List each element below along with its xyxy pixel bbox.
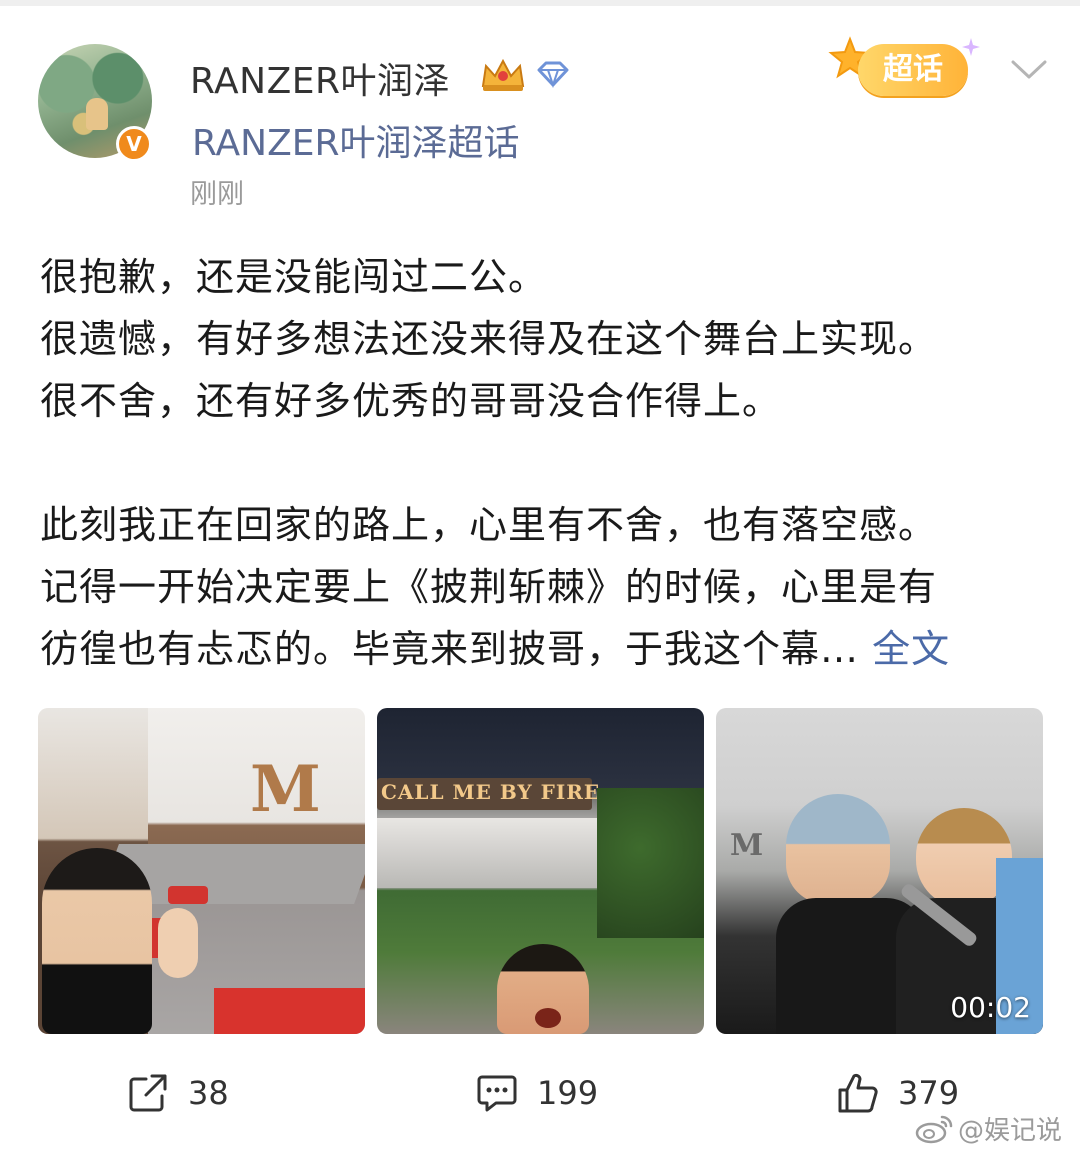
full-text-link[interactable]: 全文	[872, 627, 950, 671]
comment-icon	[477, 1075, 517, 1112]
post-image-dorm[interactable]: M	[38, 708, 365, 1034]
post-timestamp: 刚刚	[190, 179, 244, 210]
crown-icon	[481, 58, 525, 91]
watermark: @娱记说	[914, 1110, 1062, 1147]
post-line: 很遗憾，有好多想法还没来得及在这个舞台上实现。	[40, 317, 938, 361]
like-count: 379	[898, 1074, 960, 1112]
post-line: 此刻我正在回家的路上，心里有不舍，也有落空感。	[40, 503, 938, 547]
post-line: 记得一开始决定要上《披荆斩棘》的时候，心里是有	[40, 565, 938, 609]
share-count: 38	[188, 1074, 229, 1112]
post-line: 彷徨也有忐忑的。毕竟来到披哥，于我这个幕… 全文	[40, 627, 951, 671]
weibo-logo-icon	[915, 1115, 953, 1143]
post-line: 很抱歉，还是没能闯过二公。	[40, 255, 548, 299]
post-video-rap[interactable]: M 00:02	[716, 708, 1043, 1034]
chevron-down-icon[interactable]	[1010, 58, 1048, 82]
top-divider	[0, 0, 1080, 6]
supertopic-link[interactable]: RANZER叶润泽超话	[192, 114, 520, 166]
supertopic-badge-label: 超话	[858, 44, 968, 96]
supertopic-badge[interactable]: 超话	[828, 36, 988, 106]
watermark-text: @娱记说	[958, 1116, 1063, 1146]
comment-count: 199	[537, 1074, 599, 1112]
post-body: 很抱歉，还是没能闯过二公。 很遗憾，有好多想法还没来得及在这个舞台上实现。 很不…	[40, 246, 1050, 680]
post-image-venue-night[interactable]: CALL ME BY FIRE	[377, 708, 704, 1034]
diamond-icon	[537, 61, 569, 88]
post-line: 很不舍，还有好多优秀的哥哥没合作得上。	[40, 379, 782, 423]
venue-sign-text: CALL ME BY FIRE	[381, 780, 601, 804]
comment-button[interactable]: 199	[475, 1070, 598, 1116]
author-name[interactable]: RANZER叶润泽	[190, 52, 450, 104]
share-icon	[129, 1074, 167, 1112]
thumbs-up-icon	[838, 1073, 878, 1113]
verified-badge: V	[116, 126, 152, 162]
sparkle-icon	[962, 38, 980, 56]
video-duration: 00:02	[950, 991, 1031, 1024]
share-button[interactable]: 38	[126, 1070, 229, 1116]
